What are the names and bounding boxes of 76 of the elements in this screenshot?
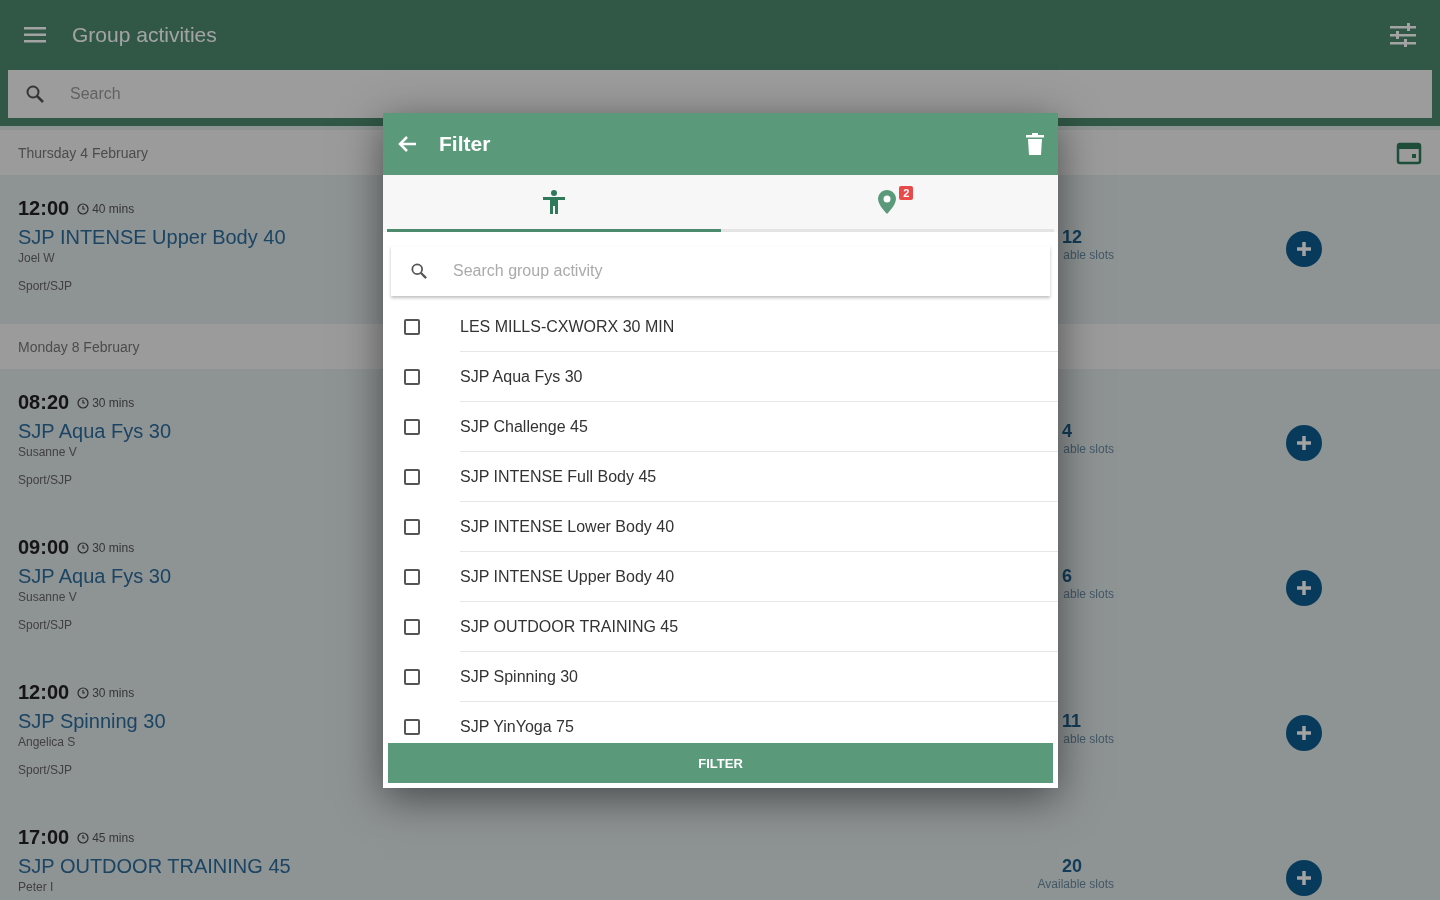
checkbox[interactable]: [404, 619, 420, 635]
slot-label: able slots: [1063, 248, 1114, 262]
checkbox[interactable]: [404, 319, 420, 335]
search-icon: [411, 263, 427, 279]
add-button[interactable]: [1286, 231, 1322, 267]
activity-label[interactable]: SJP Spinning 30: [460, 652, 1058, 702]
session-duration: 30 mins: [92, 685, 135, 700]
instructor-name: Angelica S: [18, 735, 76, 749]
clock-icon: [77, 396, 90, 409]
slot-count: 12: [1062, 227, 1083, 248]
activity-label[interactable]: SJP Aqua Fys 30: [460, 352, 1058, 402]
clock-icon: [77, 831, 90, 844]
add-button[interactable]: [1286, 425, 1322, 461]
back-arrow-icon[interactable]: [397, 135, 417, 153]
session-time: 09:00: [18, 536, 70, 559]
session-duration: 40 mins: [92, 201, 135, 216]
sliders-icon[interactable]: [1390, 23, 1416, 47]
slot-label: Available slots: [1037, 877, 1114, 891]
add-button[interactable]: [1286, 570, 1322, 606]
dialog-title: Filter: [439, 132, 492, 156]
checkbox[interactable]: [404, 469, 420, 485]
checkbox[interactable]: [404, 569, 420, 585]
clock-icon: [77, 202, 90, 215]
session-time: 08:20: [18, 391, 70, 414]
session-location: Sport/SJP: [18, 763, 73, 777]
plus-icon: [1295, 869, 1313, 887]
plus-icon: [1295, 434, 1313, 452]
session-duration: 45 mins: [92, 830, 135, 845]
checkbox[interactable]: [404, 719, 420, 735]
session-time: 12:00: [18, 681, 70, 704]
session-duration: 30 mins: [92, 395, 135, 410]
menu-icon[interactable]: [24, 27, 46, 43]
checkbox[interactable]: [404, 369, 420, 385]
search-bar[interactable]: Search group activity: [391, 246, 1050, 296]
activity-label[interactable]: SJP INTENSE Full Body 45: [460, 452, 1058, 502]
checkbox[interactable]: [404, 669, 420, 685]
search-icon: [26, 85, 44, 103]
date-heading: Thursday 4 February: [18, 144, 148, 161]
instructor-name: Susanne V: [18, 590, 77, 604]
checkbox[interactable]: [404, 519, 420, 535]
slot-label: able slots: [1063, 732, 1114, 746]
instructor-name: Peter I: [18, 880, 54, 894]
add-button[interactable]: [1286, 860, 1322, 896]
count-badge: 2: [899, 186, 914, 200]
checkbox[interactable]: [404, 419, 420, 435]
slot-count: 6: [1062, 566, 1072, 587]
session-time: 12:00: [18, 197, 70, 220]
slot-count: 20: [1062, 856, 1083, 877]
session-location: Sport/SJP: [18, 279, 73, 293]
app-title: Group activities: [72, 23, 218, 47]
session-location: Sport/SJP: [18, 618, 73, 632]
activity-label[interactable]: SJP INTENSE Lower Body 40: [460, 502, 1058, 552]
plus-icon: [1295, 579, 1313, 597]
plus-icon: [1295, 240, 1313, 258]
slot-label: able slots: [1063, 442, 1114, 456]
activity-label[interactable]: SJP Challenge 45: [460, 402, 1058, 452]
trash-icon[interactable]: [1026, 133, 1044, 155]
date-heading: Monday 8 February: [18, 338, 140, 355]
instructor-name: Joel W: [18, 251, 55, 265]
slot-count: 4: [1062, 421, 1072, 442]
location-pin-icon: [878, 190, 897, 214]
activity-label[interactable]: SJP INTENSE Upper Body 40: [460, 552, 1058, 602]
plus-icon: [1295, 724, 1313, 742]
slot-label: able slots: [1063, 587, 1114, 601]
instructor-name: Susanne V: [18, 445, 77, 459]
activity-label[interactable]: LES MILLS-CXWORX 30 MIN: [460, 302, 1058, 352]
session-time: 17:00: [18, 826, 70, 849]
slot-count: 11: [1062, 711, 1082, 732]
clock-icon: [77, 541, 90, 554]
search-bar[interactable]: Search: [8, 70, 1432, 118]
clock-icon: [77, 686, 90, 699]
activity-label[interactable]: SJP OUTDOOR TRAINING 45: [460, 602, 1058, 652]
session-duration: 30 mins: [92, 540, 135, 555]
add-button[interactable]: [1286, 715, 1322, 751]
person-icon: [541, 189, 566, 215]
session-location: Sport/SJP: [18, 473, 73, 487]
